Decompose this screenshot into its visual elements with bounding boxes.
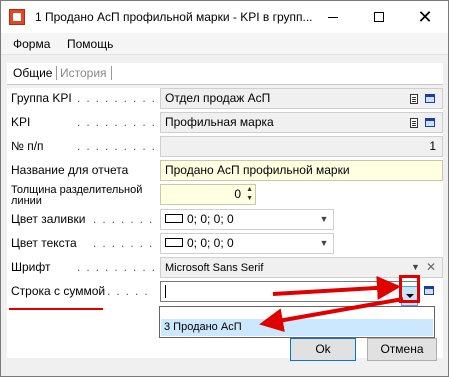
annotation-arrows (259, 275, 404, 333)
arrow-to-option (259, 297, 404, 333)
kpi-dialog-window: 1 Продано АсП профильной марки - KPI в г… (0, 0, 449, 377)
arrow-to-dropdown (272, 275, 401, 300)
